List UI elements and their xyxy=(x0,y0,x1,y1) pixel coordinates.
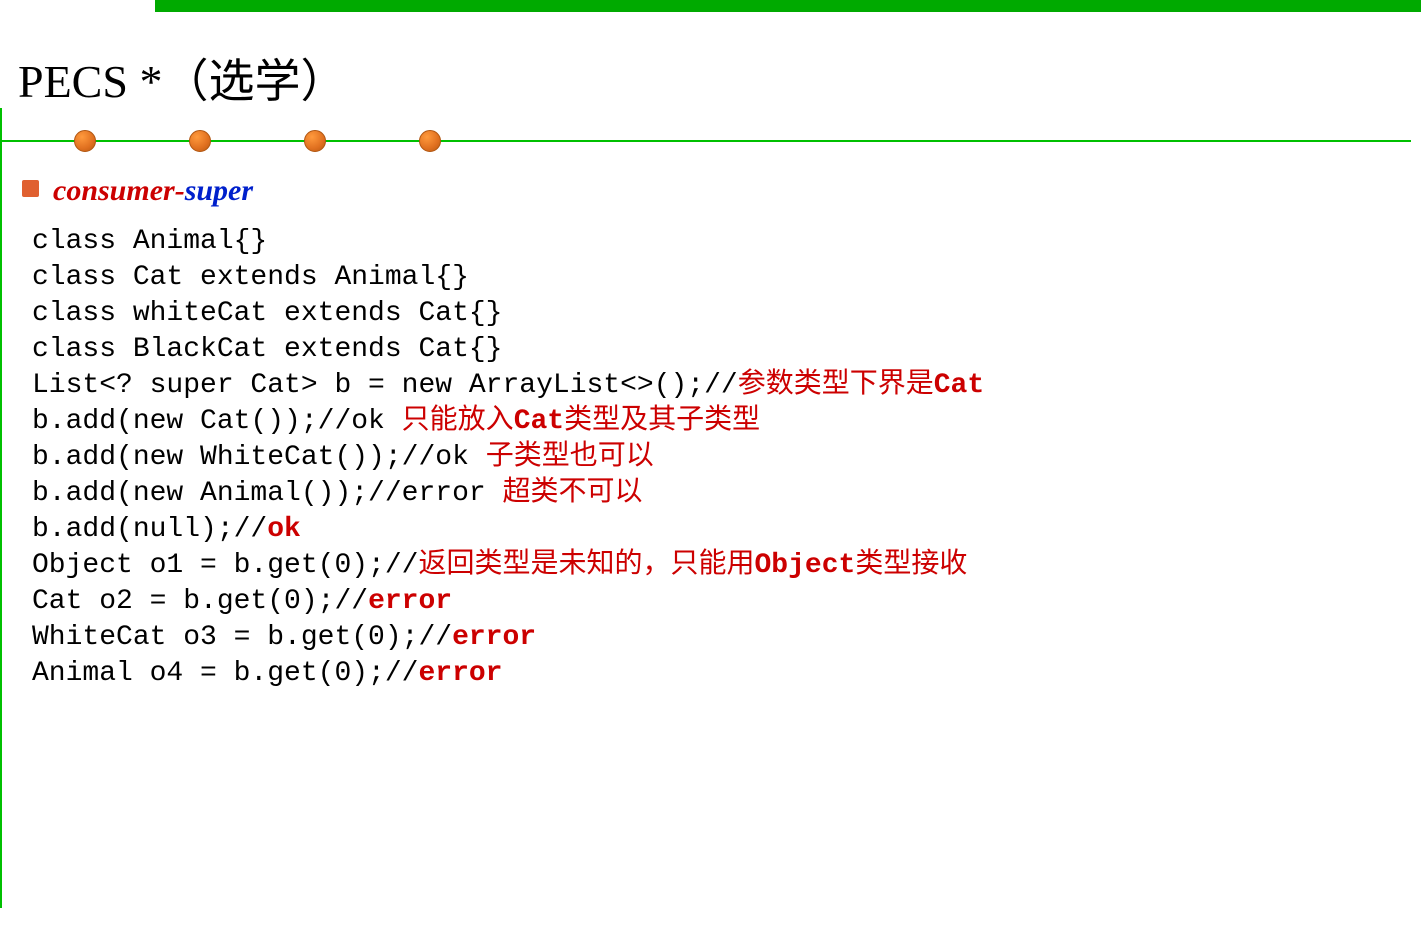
code-line: Animal o4 = b.get(0);//error xyxy=(32,656,984,692)
bullet-icon xyxy=(22,180,39,197)
code-line: class whiteCat extends Cat{} xyxy=(32,296,984,332)
code-line: class Animal{} xyxy=(32,224,984,260)
code-line: Cat o2 = b.get(0);//error xyxy=(32,584,984,620)
subtitle-consumer: consumer xyxy=(53,174,175,207)
decorative-dot-icon xyxy=(189,130,211,152)
subtitle-dash: - xyxy=(175,174,185,207)
decorative-dot-icon xyxy=(74,130,96,152)
left-vertical-line xyxy=(0,108,10,908)
code-line: List<? super Cat> b = new ArrayList<>();… xyxy=(32,368,984,404)
slide: PECS *（选学） consumer-super class Animal{}… xyxy=(0,0,1421,936)
decorative-dot-icon xyxy=(304,130,326,152)
code-line: b.add(new Animal());//error 超类不可以 xyxy=(32,476,984,512)
code-block: class Animal{}class Cat extends Animal{}… xyxy=(32,224,984,692)
code-line: b.add(null);//ok xyxy=(32,512,984,548)
horizontal-line xyxy=(0,140,1411,142)
slide-title: PECS *（选学） xyxy=(18,45,346,111)
code-line: b.add(new WhiteCat());//ok 子类型也可以 xyxy=(32,440,984,476)
subtitle-super: super xyxy=(185,174,253,207)
top-accent-bar xyxy=(155,0,1421,12)
divider xyxy=(0,128,1411,158)
code-line: WhiteCat o3 = b.get(0);//error xyxy=(32,620,984,656)
code-line: class BlackCat extends Cat{} xyxy=(32,332,984,368)
decorative-dot-icon xyxy=(419,130,441,152)
subtitle-row: consumer-super xyxy=(22,174,253,208)
code-line: class Cat extends Animal{} xyxy=(32,260,984,296)
code-line: b.add(new Cat());//ok 只能放入Cat类型及其子类型 xyxy=(32,404,984,440)
code-line: Object o1 = b.get(0);//返回类型是未知的，只能用Objec… xyxy=(32,548,984,584)
subtitle-text: consumer-super xyxy=(53,174,253,208)
